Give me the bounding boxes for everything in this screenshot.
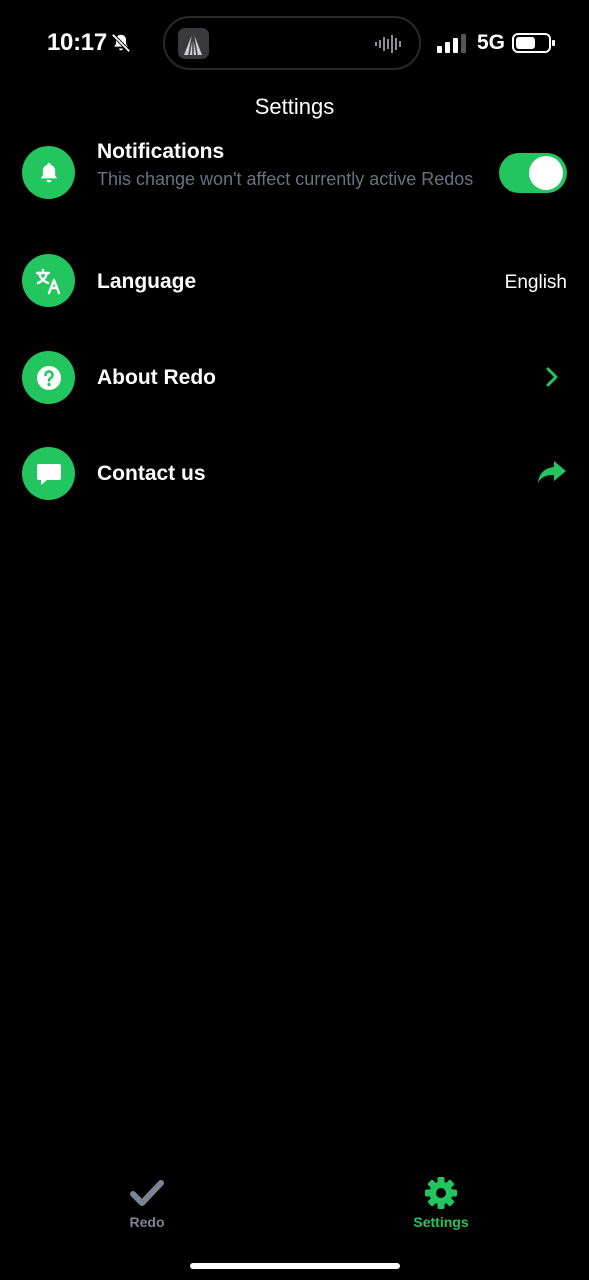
language-row[interactable]: Language English <box>0 228 589 324</box>
status-bar: 10:17 5G <box>0 0 589 88</box>
tab-settings[interactable]: Settings <box>371 1175 511 1235</box>
bell-slash-icon <box>111 33 131 53</box>
tab-bar: Redo Settings <box>0 1175 589 1235</box>
toggle-knob <box>529 156 563 190</box>
translate-icon <box>22 254 75 307</box>
battery-icon <box>512 33 555 53</box>
settings-list: Notifications This change won't affect c… <box>0 138 589 516</box>
chevron-right-icon[interactable] <box>544 366 560 388</box>
gear-icon <box>425 1177 457 1209</box>
audio-wave-icon <box>375 35 401 53</box>
app-icon <box>178 28 209 59</box>
signal-icon <box>437 34 466 53</box>
language-title: Language <box>97 270 197 293</box>
page-title: Settings <box>254 94 335 119</box>
about-row[interactable]: About Redo <box>0 324 589 420</box>
dynamic-island[interactable] <box>163 16 421 70</box>
tab-redo-label: Redo <box>129 1214 165 1230</box>
notifications-toggle[interactable] <box>499 153 567 193</box>
network-type: 5G <box>477 31 506 54</box>
language-value[interactable]: English <box>505 272 567 294</box>
notifications-subtitle: This change won't affect currently activ… <box>97 169 474 189</box>
about-title: About Redo <box>97 366 216 389</box>
bell-icon <box>22 146 75 199</box>
tab-settings-label: Settings <box>413 1214 469 1230</box>
chat-bubble-icon <box>22 447 75 500</box>
contact-title: Contact us <box>97 462 206 485</box>
notifications-title: Notifications <box>97 140 225 163</box>
share-arrow-icon[interactable] <box>536 459 568 485</box>
settings-screen: 10:17 5G Settings Notifications This cha… <box>0 0 589 1280</box>
notifications-row: Notifications This change won't affect c… <box>0 138 589 228</box>
home-indicator[interactable] <box>190 1263 400 1269</box>
status-time: 10:17 <box>47 29 107 56</box>
checkmark-icon <box>130 1180 164 1206</box>
question-icon <box>22 351 75 404</box>
tab-redo[interactable]: Redo <box>77 1175 217 1235</box>
contact-row[interactable]: Contact us <box>0 420 589 516</box>
